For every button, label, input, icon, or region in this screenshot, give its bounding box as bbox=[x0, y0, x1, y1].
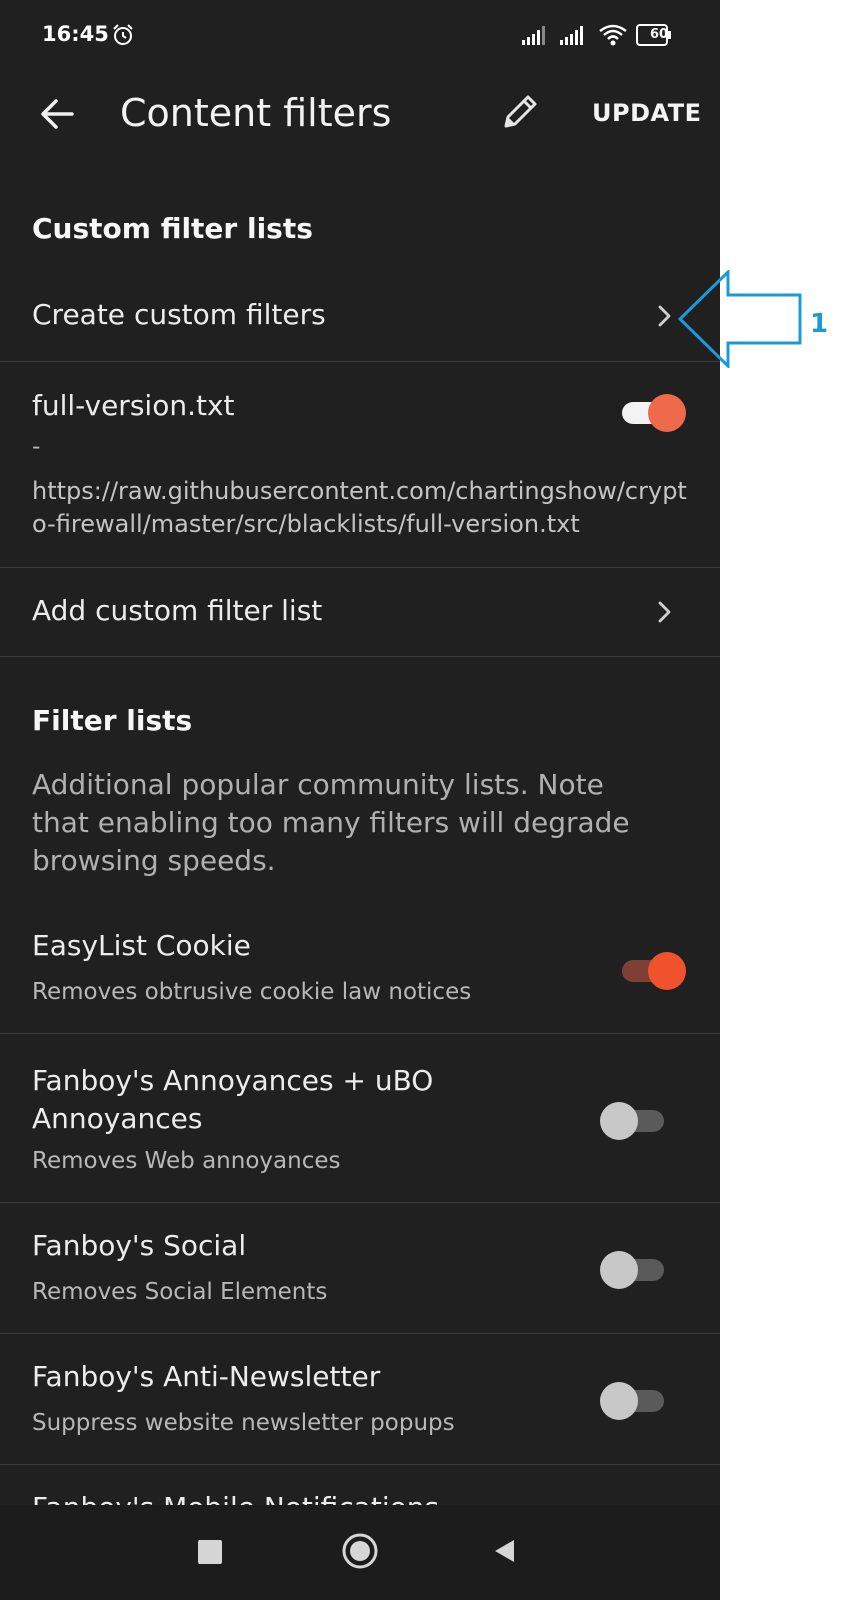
signal-icon bbox=[560, 26, 583, 45]
filter-title: Fanboy's Social bbox=[32, 1229, 247, 1262]
filter-title: Fanboy's Annoyances + uBO Annoyances bbox=[32, 1064, 434, 1135]
create-custom-filters-row[interactable]: Create custom filters bbox=[0, 268, 720, 362]
filter-list-item[interactable]: Fanboy's Mobile Notifications bbox=[0, 1465, 720, 1505]
fanboy-anti-newsletter-toggle[interactable] bbox=[600, 1380, 672, 1420]
toggle-thumb bbox=[600, 1102, 638, 1140]
filter-list-item[interactable]: Fanboy's Anti-Newsletter Suppress websit… bbox=[0, 1334, 720, 1464]
filter-subtitle: Suppress website newsletter popups bbox=[32, 1410, 455, 1436]
update-button[interactable]: UPDATE bbox=[592, 96, 701, 130]
filter-list-item[interactable]: Fanboy's Social Removes Social Elements bbox=[0, 1203, 720, 1333]
custom-list-url: https://raw.githubusercontent.com/charti… bbox=[32, 477, 687, 538]
toggle-thumb bbox=[648, 394, 686, 432]
filter-list-item[interactable]: Fanboy's Annoyances + uBO Annoyances Rem… bbox=[0, 1034, 720, 1202]
easylist-cookie-toggle[interactable] bbox=[614, 950, 686, 990]
filter-subtitle: Removes obtrusive cookie law notices bbox=[32, 979, 472, 1005]
home-button[interactable] bbox=[341, 1532, 379, 1570]
back-arrow-icon[interactable] bbox=[36, 92, 80, 136]
recents-button[interactable] bbox=[198, 1540, 222, 1564]
chevron-right-icon bbox=[658, 305, 671, 327]
status-time: 16:45 bbox=[42, 22, 109, 46]
filter-subtitle: Removes Social Elements bbox=[32, 1279, 328, 1305]
filter-title: Fanboy's Anti-Newsletter bbox=[32, 1360, 381, 1393]
create-custom-filters-label: Create custom filters bbox=[32, 298, 326, 331]
custom-list-dash: - bbox=[32, 434, 41, 460]
filter-lists-header: Filter lists bbox=[32, 704, 193, 737]
page-title: Content filters bbox=[120, 91, 392, 135]
toggle-thumb bbox=[648, 952, 686, 990]
fanboy-social-toggle[interactable] bbox=[600, 1249, 672, 1289]
filter-list-item[interactable]: EasyList Cookie Removes obtrusive cookie… bbox=[0, 905, 720, 1033]
nav-back-button[interactable] bbox=[492, 1538, 518, 1564]
system-navigation-bar bbox=[0, 1505, 720, 1600]
signal-icon bbox=[522, 26, 545, 45]
wifi-icon bbox=[599, 24, 627, 46]
toggle-thumb bbox=[600, 1251, 638, 1289]
battery-level: 60 bbox=[649, 27, 669, 42]
custom-list-item[interactable]: full-version.txt - https://raw.githubuse… bbox=[0, 362, 720, 567]
alarm-icon bbox=[113, 24, 133, 45]
custom-filter-lists-header: Custom filter lists bbox=[32, 212, 313, 245]
phone-screen: 16:45 60 Content filters UPDATE Custom f… bbox=[0, 0, 720, 1600]
annotation-arrow bbox=[678, 270, 802, 368]
custom-list-title: full-version.txt bbox=[32, 389, 235, 422]
custom-list-toggle[interactable] bbox=[614, 392, 686, 432]
pencil-icon[interactable] bbox=[496, 88, 544, 136]
fanboy-annoyances-toggle[interactable] bbox=[600, 1100, 672, 1140]
filter-subtitle: Removes Web annoyances bbox=[32, 1148, 341, 1174]
chevron-right-icon bbox=[658, 601, 671, 623]
add-custom-filter-list-label: Add custom filter list bbox=[32, 594, 323, 627]
filter-title: EasyList Cookie bbox=[32, 929, 251, 962]
divider bbox=[0, 656, 720, 657]
filter-title: Fanboy's Mobile Notifications bbox=[32, 1491, 439, 1505]
status-bar: 16:45 60 bbox=[0, 0, 720, 70]
app-bar: Content filters UPDATE bbox=[0, 70, 720, 160]
add-custom-filter-list-row[interactable]: Add custom filter list bbox=[0, 568, 720, 656]
annotation-number: 1 bbox=[810, 309, 829, 339]
toggle-thumb bbox=[600, 1382, 638, 1420]
filter-lists-description: Additional popular community lists. Note… bbox=[32, 768, 630, 877]
